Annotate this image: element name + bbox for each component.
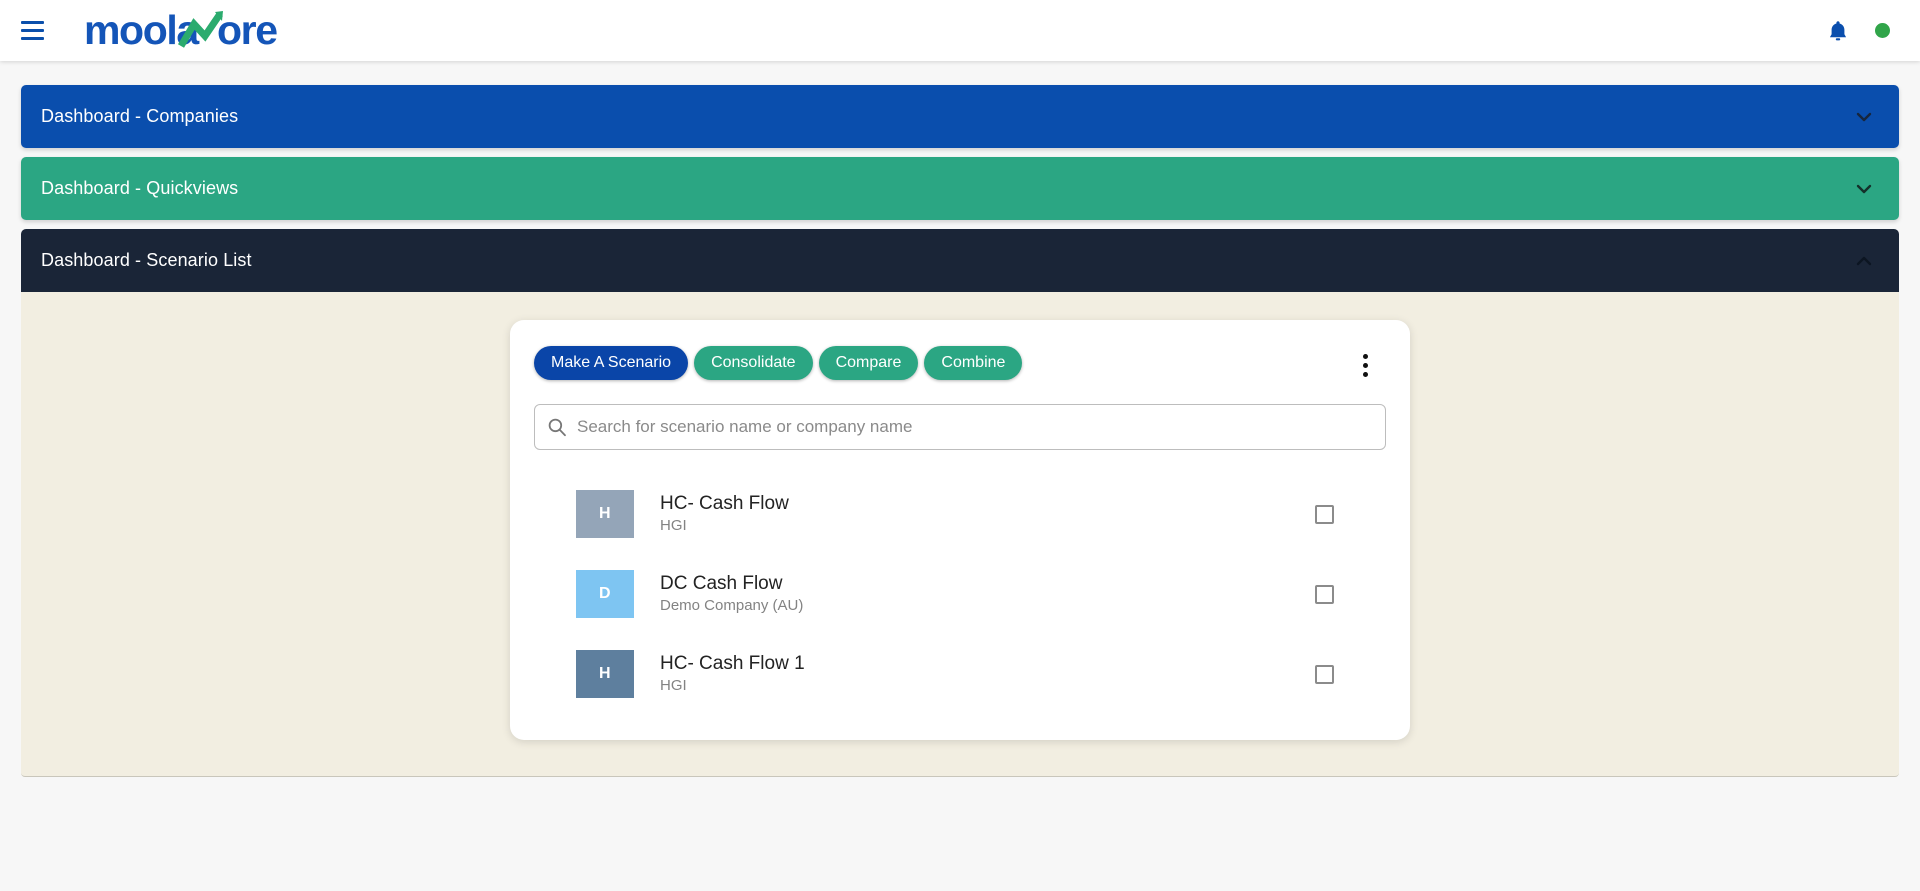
svg-text:ore: ore: [217, 8, 277, 53]
hamburger-bar: [20, 29, 44, 32]
accordion-header-quickviews[interactable]: Dashboard - Quickviews: [21, 157, 1899, 220]
scenario-checkbox[interactable]: [1315, 584, 1334, 604]
chevron-down-icon[interactable]: [1853, 106, 1875, 128]
accordion-section-companies: Dashboard - Companies: [21, 85, 1899, 148]
list-item-texts: HC- Cash Flow 1 HGI: [660, 653, 1315, 696]
tab-combine[interactable]: Combine: [924, 346, 1023, 380]
scenario-list-panel: Make A Scenario Consolidate Compare Comb…: [21, 292, 1899, 777]
chevron-down-icon[interactable]: [1853, 178, 1875, 200]
topbar-actions: [1827, 19, 1890, 43]
chevron-up-icon[interactable]: [1853, 250, 1875, 272]
search-icon: [548, 418, 566, 437]
kebab-dot: [1362, 353, 1368, 359]
page-content: Dashboard - Companies Dashboard - Quickv…: [0, 61, 1920, 817]
accordion-header-companies[interactable]: Dashboard - Companies: [21, 85, 1899, 148]
top-navigation-bar: moola ore: [0, 0, 1920, 61]
moolamore-logo-icon: moola ore: [84, 8, 279, 53]
scenario-checkbox[interactable]: [1315, 664, 1334, 684]
online-status-dot[interactable]: [1875, 23, 1890, 38]
tab-make-a-scenario[interactable]: Make A Scenario: [534, 346, 689, 380]
scenario-card-toolbar: Make A Scenario Consolidate Compare Comb…: [532, 346, 1388, 382]
scenario-name: HC- Cash Flow: [660, 492, 789, 514]
kebab-dot: [1362, 371, 1368, 377]
scenario-checkbox[interactable]: [1315, 504, 1334, 524]
scenario-name: DC Cash Flow: [660, 572, 783, 594]
page-footer-space: [0, 777, 1920, 817]
hamburger-menu-icon[interactable]: [8, 7, 56, 55]
list-item-texts: DC Cash Flow Demo Company (AU): [660, 573, 1315, 616]
brand-logo[interactable]: moola ore: [84, 8, 314, 54]
dashboard-accordion-group: Dashboard - Companies Dashboard - Quickv…: [21, 61, 1899, 777]
list-item[interactable]: H HC- Cash Flow HGI: [532, 474, 1388, 554]
bell-icon[interactable]: [1827, 19, 1849, 43]
avatar: D: [576, 570, 634, 618]
accordion-title-quickviews: Dashboard - Quickviews: [41, 178, 239, 198]
accordion-title-companies: Dashboard - Companies: [41, 106, 239, 126]
accordion-title-scenario-list: Dashboard - Scenario List: [41, 250, 252, 270]
scenario-mode-tabs: Make A Scenario Consolidate Compare Comb…: [534, 346, 1023, 380]
accordion-section-scenario-list: Dashboard - Scenario List Make A Scenari…: [21, 229, 1899, 777]
search-input[interactable]: [577, 417, 1373, 437]
tab-consolidate[interactable]: Consolidate: [694, 346, 813, 380]
list-item-texts: HC- Cash Flow HGI: [660, 493, 1315, 536]
hamburger-bar: [20, 21, 44, 24]
list-item[interactable]: D DC Cash Flow Demo Company (AU): [532, 554, 1388, 634]
scenario-search-row: [532, 404, 1388, 450]
scenario-company: HGI: [660, 517, 687, 535]
avatar: H: [576, 650, 634, 698]
avatar: H: [576, 490, 634, 538]
accordion-header-scenario-list[interactable]: Dashboard - Scenario List: [21, 229, 1899, 292]
scenario-list: H HC- Cash Flow HGI D DC Cash Flow Demo …: [532, 474, 1388, 714]
search-box[interactable]: [534, 404, 1386, 450]
scenario-name: HC- Cash Flow 1: [660, 652, 805, 674]
hamburger-bar: [20, 37, 44, 40]
kebab-menu-icon[interactable]: [1348, 348, 1382, 382]
scenario-company: Demo Company (AU): [660, 597, 804, 615]
scenario-card: Make A Scenario Consolidate Compare Comb…: [510, 320, 1410, 740]
tab-compare[interactable]: Compare: [818, 346, 919, 380]
kebab-dot: [1362, 362, 1368, 368]
accordion-section-quickviews: Dashboard - Quickviews: [21, 157, 1899, 220]
scenario-company: HGI: [660, 677, 687, 695]
list-item[interactable]: H HC- Cash Flow 1 HGI: [532, 634, 1388, 714]
